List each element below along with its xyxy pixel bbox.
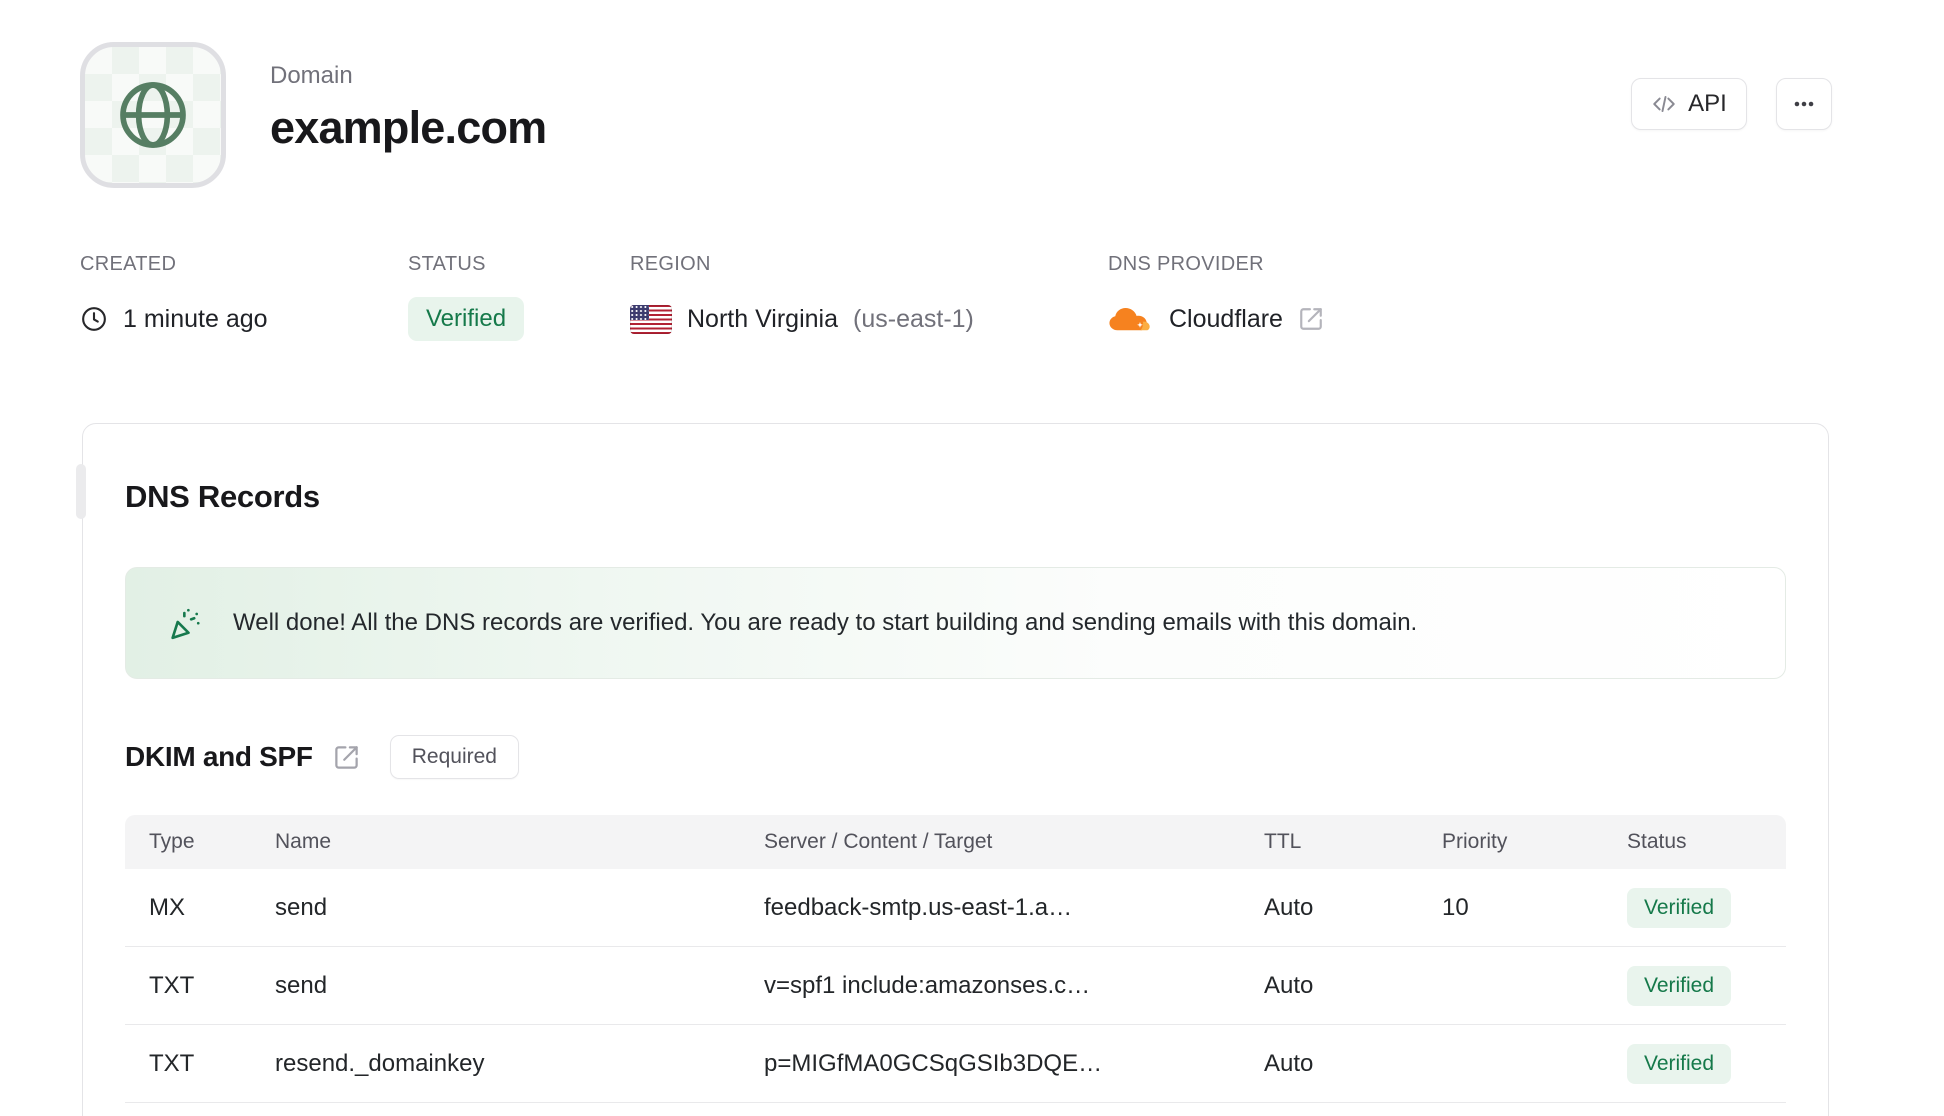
cloudflare-icon [1108, 306, 1154, 333]
cell-type: MX [149, 893, 185, 921]
cell-content: v=spf1 include:amazonses.c… [764, 971, 1091, 999]
dns-provider-label: DNS PROVIDER [1108, 253, 1264, 275]
ellipsis-icon [1791, 91, 1817, 117]
row-status-badge: Verified [1627, 887, 1732, 928]
globe-icon [113, 75, 193, 155]
table-row[interactable]: TXT send v=spf1 include:amazonses.c… Aut… [125, 947, 1786, 1026]
table-header-row: Type Name Server / Content / Target TTL … [125, 815, 1786, 870]
cell-type: TXT [149, 1049, 195, 1077]
cell-ttl: Auto [1264, 893, 1314, 921]
cell-ttl: Auto [1264, 1049, 1314, 1077]
col-content: Server / Content / Target [764, 830, 993, 854]
created-label: CREATED [80, 253, 177, 275]
created-value: 1 minute ago [123, 304, 268, 333]
cell-ttl: Auto [1264, 971, 1314, 999]
domain-avatar [80, 42, 226, 188]
required-badge: Required [389, 735, 519, 780]
meta-dns-provider: DNS PROVIDER Cloudflare [1108, 253, 1324, 341]
col-ttl: TTL [1264, 830, 1302, 854]
domain-header: Domain example.com [80, 42, 547, 188]
dns-records-card: DNS Records Well done! All the DNS recor… [76, 423, 1829, 1116]
col-name: Name [275, 830, 332, 854]
dns-provider-value: Cloudflare [1169, 304, 1283, 333]
cell-content: p=MIGfMA0GCSqGSIb3DQE… [764, 1049, 1103, 1077]
success-banner: Well done! All the DNS records are verif… [125, 567, 1786, 680]
meta-created: CREATED 1 minute ago [80, 253, 408, 341]
domain-detail-page: Domain example.com API CREATED 1 minute … [0, 0, 1944, 1116]
code-icon [1651, 91, 1677, 117]
cell-name: send [275, 971, 328, 999]
col-type: Type [149, 830, 195, 854]
api-button[interactable]: API [1631, 78, 1747, 130]
us-flag-icon [630, 304, 672, 334]
more-button[interactable] [1776, 78, 1832, 130]
title-block: Domain example.com [270, 42, 547, 188]
dkim-spf-title: DKIM and SPF [125, 741, 313, 773]
table-row[interactable]: TXT resend._domainkey p=MIGfMA0GCSqGSIb3… [125, 1025, 1786, 1104]
dns-records-title: DNS Records [125, 479, 320, 514]
dns-provider-link[interactable]: Cloudflare [1108, 297, 1324, 341]
cell-name: resend._domainkey [275, 1049, 485, 1077]
cell-name: send [275, 893, 328, 921]
cell-priority: 10 [1442, 893, 1469, 921]
region-value: North Virginia [687, 304, 839, 333]
clock-icon [80, 305, 108, 333]
status-label: STATUS [408, 253, 486, 275]
header-actions: API [1631, 78, 1832, 130]
api-button-label: API [1688, 90, 1727, 117]
dkim-spf-section-header: DKIM and SPF Required [125, 735, 1786, 780]
meta-status: STATUS Verified [408, 253, 630, 341]
external-link-icon[interactable] [1298, 306, 1324, 332]
status-badge: Verified [408, 297, 525, 341]
row-status-badge: Verified [1627, 965, 1732, 1006]
dns-table: Type Name Server / Content / Target TTL … [125, 815, 1786, 1104]
card-accent-tab [76, 464, 86, 519]
region-code: (us-east-1) [853, 304, 974, 333]
col-priority: Priority [1442, 830, 1508, 854]
domain-meta: CREATED 1 minute ago STATUS Verified REG… [80, 253, 1324, 341]
cell-content: feedback-smtp.us-east-1.a… [764, 893, 1073, 921]
page-title: example.com [270, 102, 547, 153]
meta-region: REGION North Virginia (us-east-1) [630, 253, 1108, 341]
cell-type: TXT [149, 971, 195, 999]
row-status-badge: Verified [1627, 1043, 1732, 1084]
domain-kicker: Domain [270, 62, 353, 89]
col-status: Status [1627, 830, 1687, 854]
region-label: REGION [630, 253, 711, 275]
external-link-icon[interactable] [333, 744, 360, 771]
success-banner-text: Well done! All the DNS records are verif… [233, 609, 1418, 637]
party-popper-icon [168, 605, 205, 642]
table-row[interactable]: MX send feedback-smtp.us-east-1.a… Auto … [125, 869, 1786, 948]
